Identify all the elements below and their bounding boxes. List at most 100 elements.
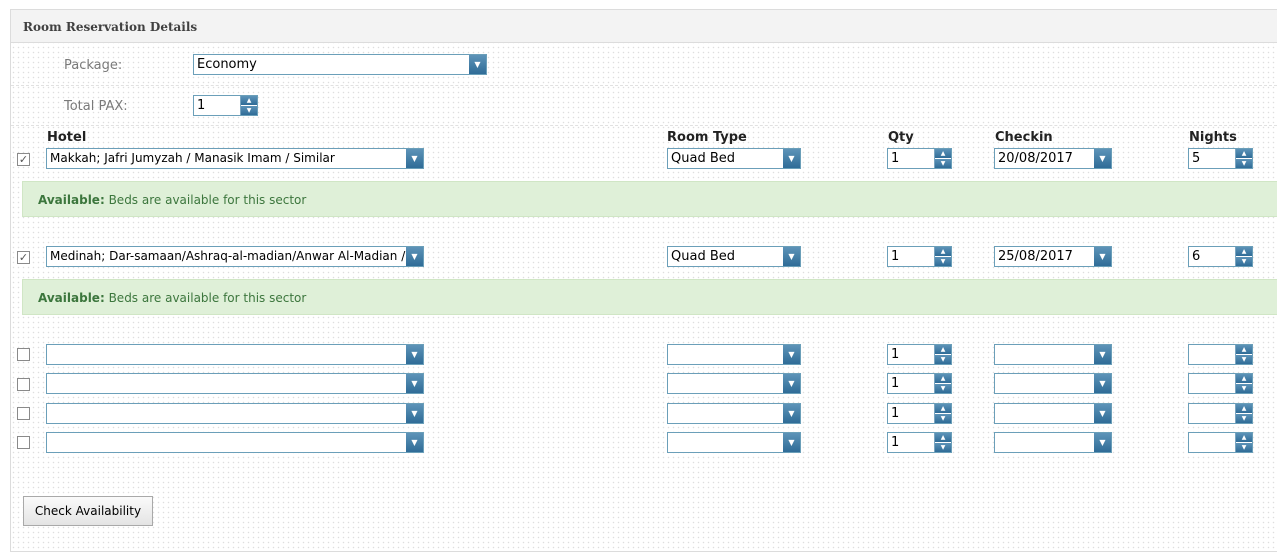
row-checkbox[interactable]: ✓ [17, 251, 30, 264]
spinner-arrows-icon[interactable]: ▲ ▼ [934, 404, 951, 423]
availability-alert: Available: Beds are available for this s… [22, 279, 1277, 315]
spinner-arrows-icon[interactable]: ▲ ▼ [1235, 404, 1252, 423]
qty-stepper[interactable]: 1 ▲ ▼ [887, 344, 952, 365]
qty-value: 1 [891, 376, 900, 391]
room-type-select[interactable]: ▼ [667, 344, 801, 365]
availability-message: Beds are available for this sector [108, 291, 307, 305]
qty-value: 1 [891, 406, 900, 421]
room-type-select[interactable]: Quad Bed ▼ [667, 246, 801, 267]
spinner-arrows-icon[interactable]: ▲ ▼ [934, 374, 951, 393]
chevron-down-icon[interactable]: ▼ [406, 374, 423, 393]
nights-stepper[interactable]: 6 ▲ ▼ [1188, 246, 1253, 267]
chevron-down-icon[interactable]: ▼ [1094, 374, 1111, 393]
spinner-arrows-icon[interactable]: ▲ ▼ [1235, 374, 1252, 393]
checkin-date-picker[interactable]: ▼ [994, 344, 1112, 365]
checkin-date-picker[interactable]: 25/08/2017 ▼ [994, 246, 1112, 267]
checkin-value: 20/08/2017 [998, 151, 1073, 166]
availability-message: Beds are available for this sector [108, 193, 307, 207]
room-type-select[interactable]: ▼ [667, 403, 801, 424]
chevron-down-icon[interactable]: ▼ [406, 149, 423, 168]
row-checkbox[interactable] [17, 436, 30, 449]
total-pax-value: 1 [197, 98, 206, 113]
hotel-select[interactable]: ▼ [46, 432, 424, 453]
chevron-down-icon[interactable]: ▼ [406, 433, 423, 452]
row-checkbox[interactable]: ✓ [17, 153, 30, 166]
total-pax-label: Total PAX: [64, 99, 128, 114]
nights-stepper[interactable]: ▲ ▼ [1188, 432, 1253, 453]
divider [11, 85, 1277, 86]
chevron-down-icon[interactable]: ▼ [783, 247, 800, 266]
hotel-value: Makkah; Jafri Jumyzah / Manasik Imam / S… [50, 151, 335, 165]
availability-label: Available: [38, 291, 105, 305]
spinner-arrows-icon[interactable]: ▲ ▼ [1235, 345, 1252, 364]
spinner-arrows-icon[interactable]: ▲ ▼ [934, 433, 951, 452]
chevron-down-icon[interactable]: ▼ [783, 374, 800, 393]
nights-stepper[interactable]: ▲ ▼ [1188, 344, 1253, 365]
availability-alert: Available: Beds are available for this s… [22, 181, 1277, 217]
chevron-down-icon[interactable]: ▼ [783, 433, 800, 452]
checkin-date-picker[interactable]: 20/08/2017 ▼ [994, 148, 1112, 169]
room-type-value: Quad Bed [671, 151, 735, 166]
spinner-arrows-icon[interactable]: ▲ ▼ [934, 149, 951, 168]
qty-value: 1 [891, 249, 900, 264]
package-value: Economy [197, 57, 257, 72]
room-type-value: Quad Bed [671, 249, 735, 264]
hotel-value: Medinah; Dar-samaan/Ashraq-al-madian/Anw… [50, 249, 422, 263]
check-availability-button[interactable]: Check Availability [23, 496, 153, 526]
chevron-down-icon[interactable]: ▼ [783, 404, 800, 423]
hotel-select[interactable]: Medinah; Dar-samaan/Ashraq-al-madian/Anw… [46, 246, 424, 267]
nights-stepper[interactable]: ▲ ▼ [1188, 373, 1253, 394]
chevron-down-icon[interactable]: ▼ [1094, 345, 1111, 364]
checkin-date-picker[interactable]: ▼ [994, 373, 1112, 394]
room-type-select[interactable]: ▼ [667, 432, 801, 453]
spinner-arrows-icon[interactable]: ▲ ▼ [1235, 149, 1252, 168]
spinner-arrows-icon[interactable]: ▲ ▼ [1235, 433, 1252, 452]
spinner-arrows-icon[interactable]: ▲ ▼ [934, 247, 951, 266]
package-label: Package: [64, 58, 123, 73]
package-select[interactable]: Economy ▼ [193, 54, 487, 75]
hotel-select[interactable]: ▼ [46, 344, 424, 365]
room-type-select[interactable]: ▼ [667, 373, 801, 394]
nights-stepper[interactable]: 5 ▲ ▼ [1188, 148, 1253, 169]
nights-value: 6 [1192, 249, 1201, 264]
spinner-arrows-icon[interactable]: ▲ ▼ [934, 345, 951, 364]
chevron-down-icon[interactable]: ▼ [469, 55, 486, 74]
column-header-room-type: Room Type [667, 130, 747, 145]
nights-value: 5 [1192, 151, 1201, 166]
total-pax-stepper[interactable]: 1 ▲ ▼ [193, 95, 258, 116]
row-checkbox[interactable] [17, 348, 30, 361]
column-header-nights: Nights [1189, 130, 1237, 145]
checkin-date-picker[interactable]: ▼ [994, 403, 1112, 424]
checkin-value: 25/08/2017 [998, 249, 1073, 264]
chevron-down-icon[interactable]: ▼ [783, 149, 800, 168]
spinner-arrows-icon[interactable]: ▲ ▼ [1235, 247, 1252, 266]
room-type-select[interactable]: Quad Bed ▼ [667, 148, 801, 169]
chevron-down-icon[interactable]: ▼ [1094, 433, 1111, 452]
chevron-down-icon[interactable]: ▼ [406, 404, 423, 423]
qty-stepper[interactable]: 1 ▲ ▼ [887, 246, 952, 267]
qty-stepper[interactable]: 1 ▲ ▼ [887, 403, 952, 424]
row-checkbox[interactable] [17, 407, 30, 420]
hotel-select[interactable]: Makkah; Jafri Jumyzah / Manasik Imam / S… [46, 148, 424, 169]
checkin-date-picker[interactable]: ▼ [994, 432, 1112, 453]
chevron-down-icon[interactable]: ▼ [406, 345, 423, 364]
qty-stepper[interactable]: 1 ▲ ▼ [887, 373, 952, 394]
chevron-down-icon[interactable]: ▼ [1094, 404, 1111, 423]
column-header-qty: Qty [888, 130, 914, 145]
column-header-checkin: Checkin [995, 130, 1053, 145]
qty-value: 1 [891, 151, 900, 166]
chevron-down-icon[interactable]: ▼ [1094, 149, 1111, 168]
chevron-down-icon[interactable]: ▼ [406, 247, 423, 266]
chevron-down-icon[interactable]: ▼ [1094, 247, 1111, 266]
hotel-select[interactable]: ▼ [46, 373, 424, 394]
row-checkbox[interactable] [17, 378, 30, 391]
qty-stepper[interactable]: 1 ▲ ▼ [887, 148, 952, 169]
nights-stepper[interactable]: ▲ ▼ [1188, 403, 1253, 424]
hotel-select[interactable]: ▼ [46, 403, 424, 424]
chevron-down-icon[interactable]: ▼ [783, 345, 800, 364]
spinner-arrows-icon[interactable]: ▲ ▼ [240, 96, 257, 115]
divider [11, 125, 1277, 126]
qty-stepper[interactable]: 1 ▲ ▼ [887, 432, 952, 453]
section-title: Room Reservation Details [10, 9, 1277, 43]
qty-value: 1 [891, 347, 900, 362]
